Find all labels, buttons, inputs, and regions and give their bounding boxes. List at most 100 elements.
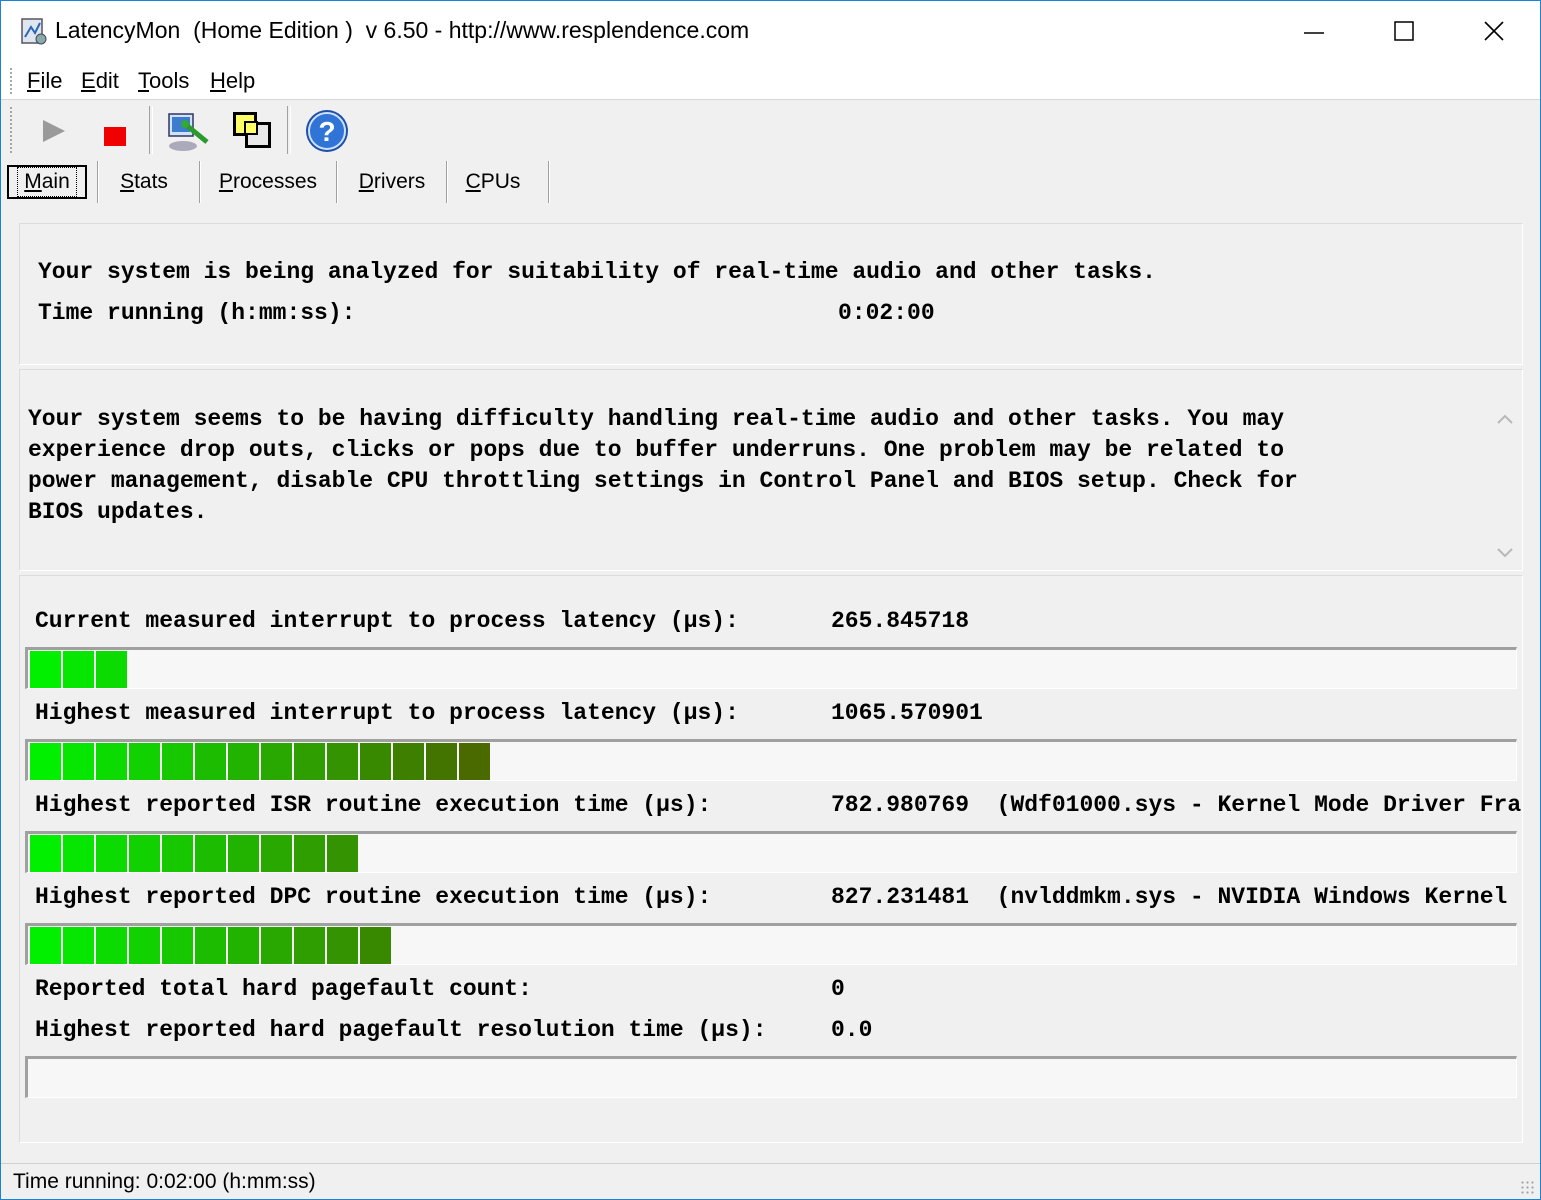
bar-segment [294, 927, 325, 964]
message-scrollbar[interactable] [1488, 370, 1522, 570]
scroll-up-icon[interactable] [1496, 412, 1514, 426]
tab-separator [548, 161, 550, 203]
title-bar[interactable]: LatencyMon (Home Edition ) v 6.50 - http… [1, 1, 1540, 63]
tab-main-rest: ain [41, 170, 70, 193]
analysis-status-text: Your system is being analyzed for suitab… [38, 259, 1156, 285]
metric-value: 827.231481 [831, 884, 970, 910]
tab-stats-mnemonic: S [120, 170, 135, 193]
svg-text:?: ? [318, 116, 335, 147]
menu-help[interactable]: Help [210, 68, 255, 94]
metric-label: Highest measured interrupt to process la… [35, 700, 739, 726]
help-button[interactable]: ? [303, 106, 351, 154]
tab-stats-label: Stats [120, 170, 168, 194]
menu-tools-label: ools [149, 68, 190, 93]
bar-segment [162, 927, 193, 964]
metric-driver-detail: (nvlddmkm.sys - NVIDIA Windows Kernel I [996, 884, 1521, 910]
metric-value-row: 827.231481 (nvlddmkm.sys - NVIDIA Window… [831, 884, 1521, 910]
tab-bar: Main Stats Processes Drivers CPUs [1, 161, 1540, 205]
pagefault-count-value: 0 [831, 976, 845, 1002]
start-button[interactable] [29, 106, 77, 154]
tab-main-mnemonic: M [24, 170, 42, 193]
menu-file[interactable]: File [27, 68, 62, 94]
bar-segment [426, 743, 457, 780]
metric-label: Highest reported DPC routine execution t… [35, 884, 712, 910]
metric-progress-bar [25, 831, 1517, 873]
stop-icon [104, 127, 126, 146]
tab-stats[interactable]: Stats [101, 165, 187, 199]
metric-bar-fill [30, 835, 360, 872]
analyze-button[interactable] [163, 106, 211, 154]
menu-edit-mnemonic: E [81, 68, 96, 93]
bar-segment [30, 743, 61, 780]
toolbar-separator [149, 106, 153, 154]
toolbar-grip[interactable] [9, 106, 13, 154]
conclusion-message-panel: Your system seems to be having difficult… [19, 369, 1523, 571]
tab-processes-rest: rocesses [232, 170, 318, 193]
maximize-button[interactable] [1359, 1, 1449, 61]
minimize-button[interactable] [1269, 1, 1359, 61]
latencymon-app-icon [19, 15, 49, 47]
tab-separator [199, 161, 201, 203]
menu-help-label: elp [225, 68, 256, 93]
tab-cpus[interactable]: CPUs [451, 165, 535, 199]
toolbar: ? [1, 100, 1540, 160]
time-running-value: 0:02:00 [838, 300, 935, 326]
process-windows-button[interactable] [229, 106, 277, 154]
metric-value: 1065.570901 [831, 700, 983, 726]
resize-grip-icon[interactable] [1520, 1180, 1536, 1196]
stop-button[interactable] [91, 106, 139, 154]
metric-label: Current measured interrupt to process la… [35, 608, 739, 634]
bar-segment [195, 927, 226, 964]
tab-main-label: Main [17, 167, 77, 197]
scroll-down-icon[interactable] [1496, 546, 1514, 560]
metric-driver-detail: (Wdf01000.sys - Kernel Mode Driver Fra [996, 792, 1521, 818]
close-button[interactable] [1449, 1, 1539, 61]
bar-segment [30, 927, 61, 964]
menu-file-mnemonic: F [27, 68, 41, 93]
metric-label: Highest reported ISR routine execution t… [35, 792, 712, 818]
bar-segment [30, 835, 61, 872]
menu-bar: File Edit Tools Help [1, 63, 1540, 100]
conclusion-line: power management, disable CPU throttling… [28, 468, 1298, 494]
metric-progress-bar [25, 647, 1517, 689]
metric-value: 265.845718 [831, 608, 970, 634]
bar-segment [30, 651, 61, 688]
status-bar: Time running: 0:02:00 (h:mm:ss) [1, 1163, 1540, 1199]
bar-segment [327, 927, 358, 964]
menu-grip[interactable] [9, 67, 13, 95]
metric-bar-fill [30, 743, 492, 780]
time-running-label: Time running (h:mm:ss): [38, 300, 356, 326]
tab-cpus-label: CPUs [466, 170, 521, 194]
pagefault-count-label: Reported total hard pagefault count: [35, 976, 532, 1002]
analysis-status-panel: Your system is being analyzed for suitab… [19, 223, 1523, 365]
maximize-icon [1394, 21, 1414, 41]
menu-tools-mnemonic: T [138, 68, 149, 93]
pagefault-resolution-value: 0.0 [831, 1017, 873, 1043]
bar-segment [393, 743, 424, 780]
app-window: LatencyMon (Home Edition ) v 6.50 - http… [0, 0, 1541, 1200]
tab-main[interactable]: Main [7, 165, 87, 199]
tab-drivers-label: Drivers [359, 170, 426, 194]
bar-segment [129, 743, 160, 780]
conclusion-line: experience drop outs, clicks or pops due… [28, 437, 1285, 463]
bar-segment [261, 743, 292, 780]
bar-segment [162, 743, 193, 780]
bar-segment [96, 651, 127, 688]
conclusion-message: Your system seems to be having difficult… [28, 404, 1486, 528]
bar-segment [228, 927, 259, 964]
tab-stats-rest: tats [134, 170, 168, 193]
bar-segment [96, 835, 127, 872]
menu-file-label: ile [40, 68, 63, 93]
tab-drivers[interactable]: Drivers [341, 165, 443, 199]
bar-segment [129, 835, 160, 872]
tab-processes[interactable]: Processes [203, 165, 333, 199]
menu-edit[interactable]: Edit [81, 68, 119, 94]
bar-segment [63, 835, 94, 872]
minimize-icon [1304, 32, 1324, 34]
tab-separator [446, 161, 448, 203]
tab-separator [97, 161, 99, 203]
menu-tools[interactable]: Tools [138, 68, 189, 94]
bar-segment [228, 743, 259, 780]
bar-segment [261, 835, 292, 872]
tab-processes-label: Processes [219, 170, 317, 194]
